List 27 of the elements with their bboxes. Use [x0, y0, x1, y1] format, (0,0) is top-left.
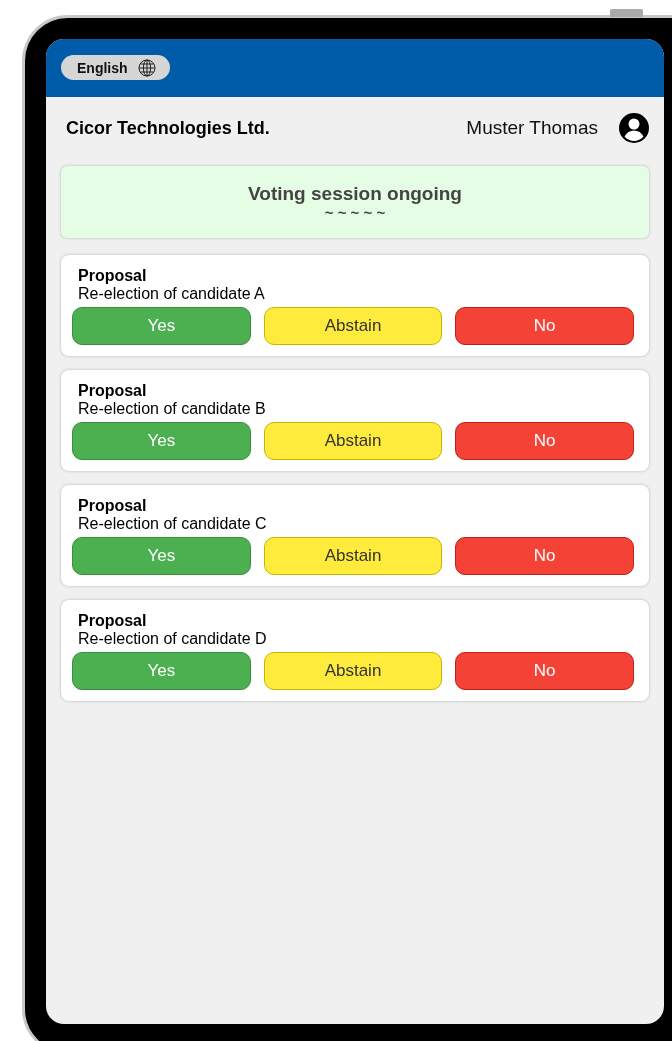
vote-button[interactable]: Abstain	[263, 422, 443, 460]
company-name: Cicor Technologies Ltd.	[66, 117, 270, 139]
proposal-description: Re-election of candidate C	[77, 515, 268, 533]
vote-button[interactable]: Yes	[72, 422, 251, 460]
proposal-title: Proposal	[77, 612, 148, 630]
vote-button[interactable]: No	[455, 537, 634, 575]
language-button[interactable]: English	[61, 55, 170, 80]
vote-button[interactable]: No	[455, 652, 634, 690]
vote-button[interactable]: No	[455, 422, 634, 460]
session-indicator: ~ ~ ~ ~ ~	[324, 205, 386, 221]
proposal-title: Proposal	[77, 267, 148, 285]
vote-button[interactable]: Yes	[72, 652, 251, 690]
vote-button[interactable]: Yes	[72, 537, 251, 575]
user-icon[interactable]	[618, 112, 650, 144]
vote-button[interactable]: No	[455, 307, 634, 345]
vote-button[interactable]: Yes	[72, 307, 251, 345]
proposal-title: Proposal	[77, 382, 148, 400]
user-name: Muster Thomas	[466, 117, 598, 139]
proposal-description: Re-election of candidate B	[77, 400, 267, 418]
proposal-title: Proposal	[77, 497, 148, 515]
vote-button[interactable]: Abstain	[263, 537, 443, 575]
session-status: Voting session ongoing	[248, 183, 462, 205]
proposal-description: Re-election of candidate D	[77, 630, 268, 648]
globe-icon	[137, 58, 156, 77]
vote-button[interactable]: Abstain	[263, 652, 443, 690]
vote-button[interactable]: Abstain	[263, 307, 443, 345]
proposal-description: Re-election of candidate A	[77, 285, 266, 303]
